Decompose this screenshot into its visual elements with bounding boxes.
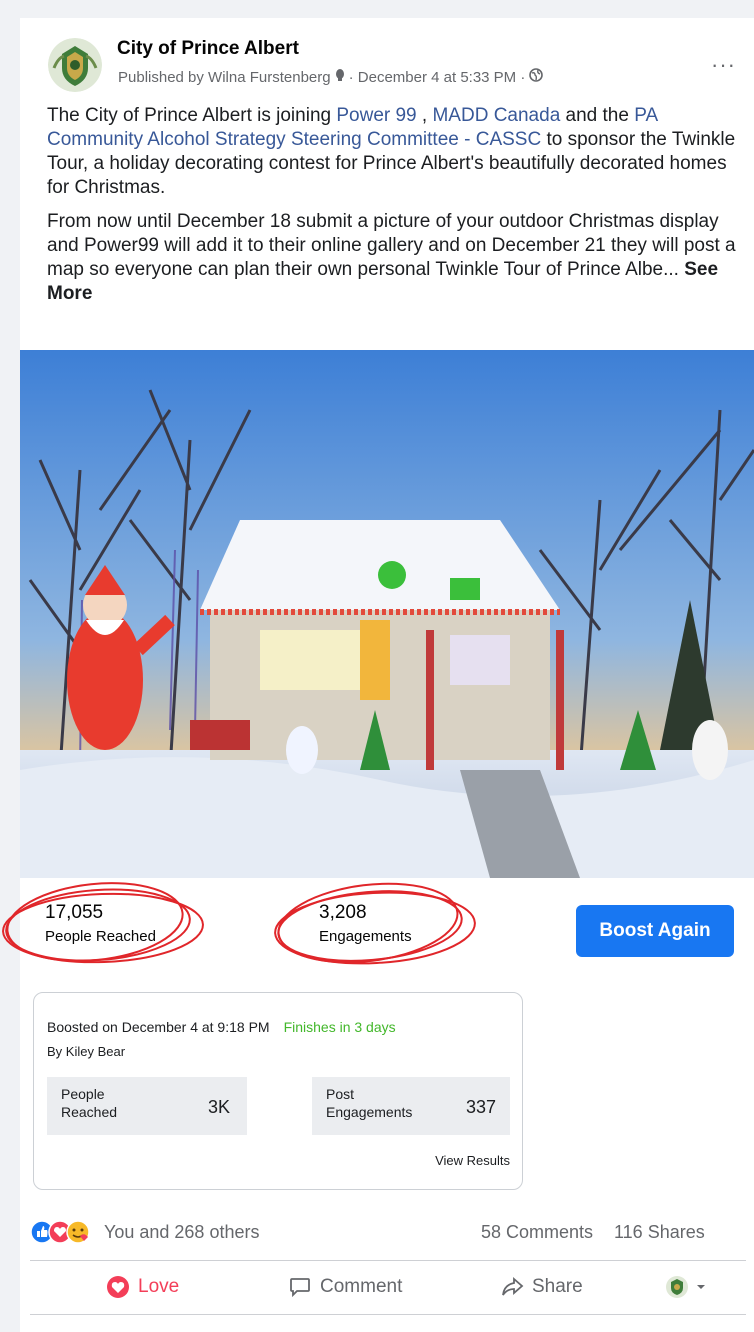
chevron-down-icon	[697, 1285, 705, 1289]
published-by[interactable]: Published by Wilna Furstenberg	[118, 69, 331, 86]
post-paragraph-2: From now until December 18 submit a pict…	[47, 211, 736, 304]
boost-people-reached-label: People Reached	[61, 1086, 118, 1120]
link-power99[interactable]: Power 99	[336, 105, 416, 126]
view-results-link[interactable]: View Results	[435, 1153, 510, 1168]
more-options-icon[interactable]: ···	[711, 52, 736, 78]
boosted-on-text: Boosted on December 4 at 9:18 PM	[47, 1019, 270, 1035]
share-button[interactable]: Share	[500, 1268, 583, 1306]
boost-post-engagements-label: Post Engagements	[326, 1086, 413, 1120]
boost-again-button[interactable]: Boost Again	[576, 905, 734, 957]
globe-icon	[529, 68, 544, 86]
boost-details-box: Boosted on December 4 at 9:18 PM Finishes…	[33, 992, 523, 1190]
reaction-icons[interactable]	[30, 1220, 96, 1244]
share-icon	[502, 1277, 524, 1296]
boosted-by: By Kiley Bear	[47, 1044, 126, 1059]
love-label: Love	[138, 1276, 180, 1297]
post-as-selector[interactable]	[666, 1268, 706, 1306]
share-label: Share	[532, 1276, 583, 1297]
divider-bottom	[30, 1314, 746, 1315]
love-icon	[107, 1276, 129, 1298]
post-date[interactable]: · December 4 at 5:33 PM ·	[349, 69, 526, 86]
comment-icon	[290, 1278, 310, 1298]
comments-count[interactable]: 58 Comments	[481, 1222, 593, 1243]
page-avatar[interactable]	[48, 38, 102, 92]
post-meta: Published by Wilna Furstenberg · Decembe…	[118, 68, 544, 86]
boost-people-reached: People Reached 3K	[47, 1077, 247, 1135]
info-icon[interactable]	[335, 68, 345, 86]
post-paragraph-1: The City of Prince Albert is joining Pow…	[47, 105, 736, 198]
page-name-link[interactable]: City of Prince Albert	[117, 38, 299, 60]
post-card: City of Prince Albert Published by Wilna…	[2, 18, 754, 1332]
boost-people-reached-value: 3K	[208, 1097, 231, 1117]
reactions-count[interactable]: You and 268 others	[104, 1222, 259, 1243]
boosted-on-line: Boosted on December 4 at 9:18 PM Finishes…	[47, 1019, 396, 1035]
divider	[30, 1260, 746, 1261]
shares-count[interactable]: 116 Shares	[614, 1222, 705, 1243]
comment-label: Comment	[320, 1276, 403, 1297]
post-photo[interactable]	[20, 350, 754, 878]
boost-post-engagements: Post Engagements 337	[312, 1077, 510, 1135]
link-madd-canada[interactable]: MADD Canada	[432, 105, 560, 126]
finishes-text: Finishes in 3 days	[283, 1019, 396, 1035]
post-text: The City of Prince Albert is joining Pow…	[47, 104, 747, 316]
reactions-summary: You and 268 others 58 Comments 116 Share…	[20, 1212, 754, 1252]
love-button[interactable]: Love	[106, 1268, 179, 1306]
annotation-circles	[2, 882, 476, 965]
comment-button[interactable]: Comment	[288, 1268, 402, 1306]
boost-post-engagements-value: 337	[466, 1097, 497, 1117]
page-crest-icon	[666, 1276, 688, 1298]
